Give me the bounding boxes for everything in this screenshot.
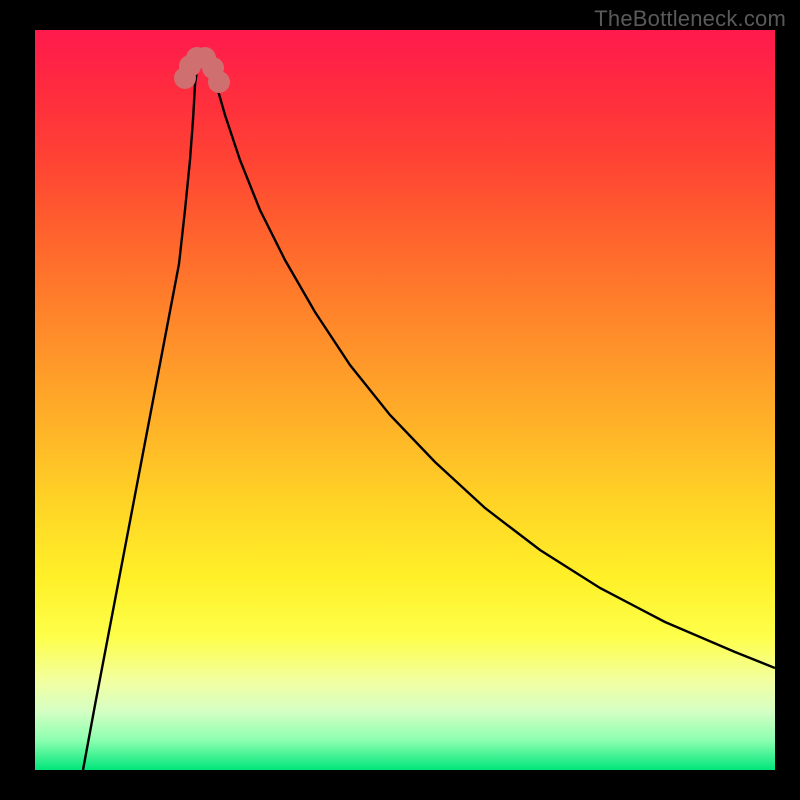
outer-frame: TheBottleneck.com	[0, 0, 800, 800]
watermark-text: TheBottleneck.com	[594, 6, 786, 32]
curves-svg	[35, 30, 775, 770]
marker-dot	[208, 71, 230, 93]
marker-cluster	[174, 47, 230, 93]
left-curve	[83, 58, 207, 770]
right-curve	[207, 58, 775, 668]
plot-area	[35, 30, 775, 770]
